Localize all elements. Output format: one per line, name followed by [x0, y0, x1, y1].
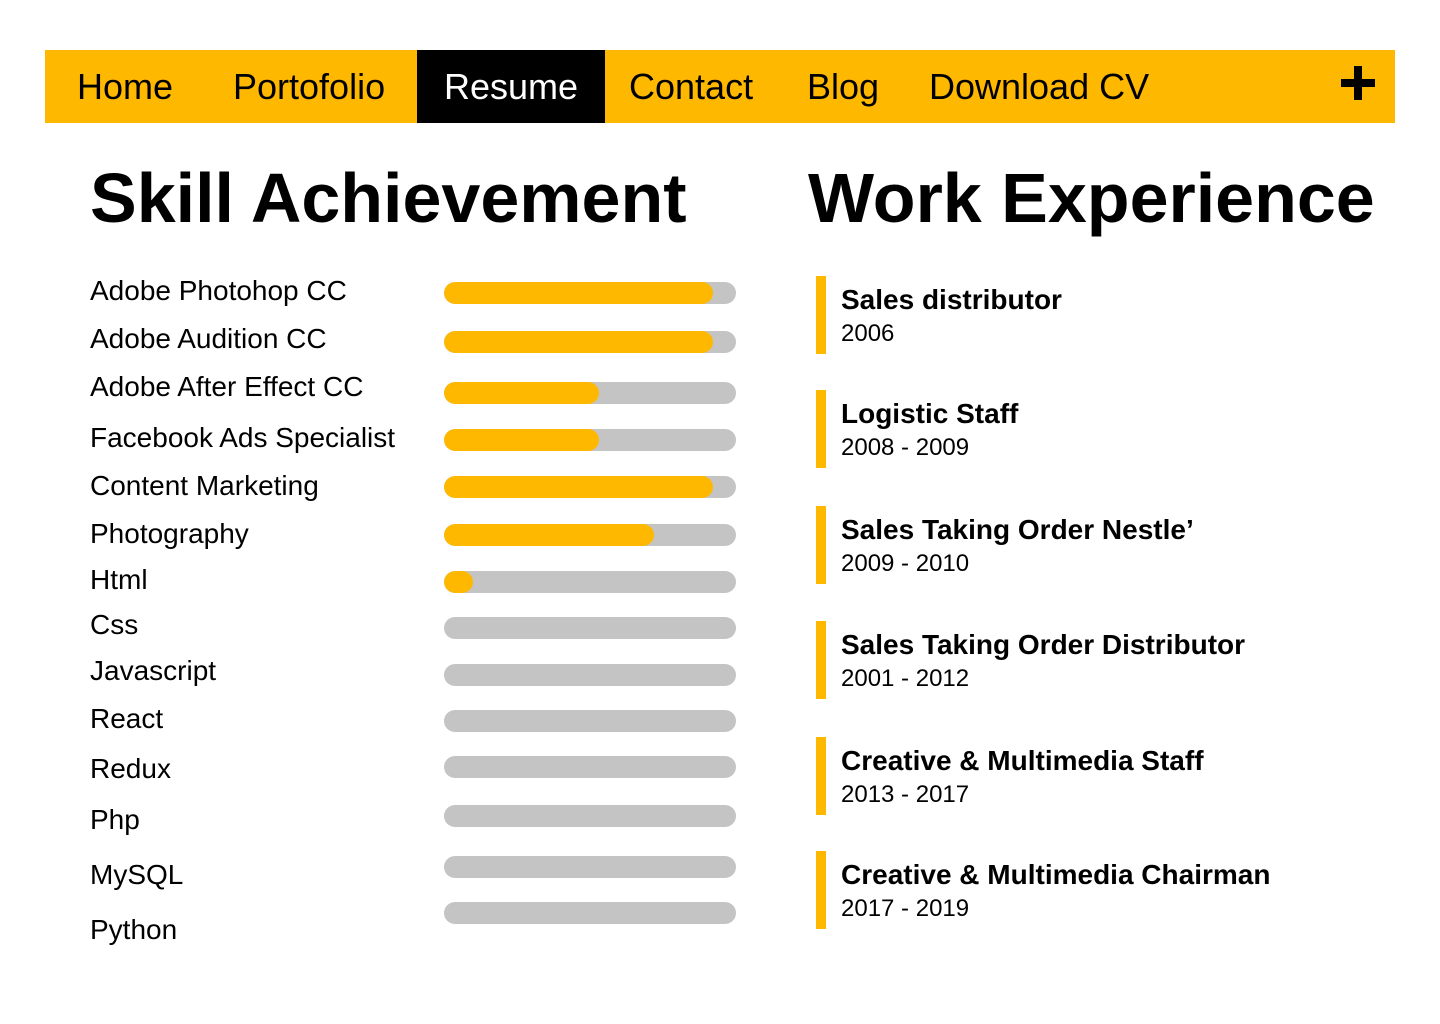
skill-bar — [444, 331, 736, 353]
skill-bar — [444, 710, 736, 732]
skill-label: Facebook Ads Specialist — [90, 422, 396, 453]
job-title: Logistic Staff — [841, 398, 1019, 429]
job-years: 2013 - 2017 — [841, 781, 970, 808]
skill-label: Php — [90, 804, 140, 835]
skill-bar-fill — [444, 571, 474, 593]
skill-label: Adobe Photohop CC — [90, 275, 347, 306]
skill-bar-fill — [444, 382, 599, 404]
job-title: Sales Taking Order Distributor — [841, 629, 1246, 660]
skill-label: Javascript — [90, 655, 217, 686]
nav-home[interactable]: Home — [77, 50, 173, 123]
accent-bar — [816, 851, 826, 929]
accent-bar — [816, 621, 826, 699]
job-title: Sales distributor — [841, 284, 1062, 315]
skill-bar — [444, 571, 736, 593]
skill-bar-fill — [444, 331, 713, 353]
skill-label: Adobe Audition CC — [90, 323, 327, 354]
skill-label: Adobe After Effect CC — [90, 371, 364, 402]
plus-icon[interactable] — [1341, 66, 1375, 100]
nav-resume[interactable]: Resume — [417, 50, 605, 123]
accent-bar — [816, 276, 826, 354]
nav-blog[interactable]: Blog — [807, 50, 879, 123]
skill-label: Content Marketing — [90, 470, 319, 501]
skill-label: Css — [90, 609, 139, 640]
skill-bar — [444, 902, 736, 924]
job-years: 2008 - 2009 — [841, 434, 970, 461]
skill-label: Redux — [90, 753, 171, 784]
skill-label: React — [90, 703, 164, 734]
job-years: 2006 — [841, 320, 895, 347]
skill-bar — [444, 856, 736, 878]
skill-bar — [444, 805, 736, 827]
nav-download-cv[interactable]: Download CV — [929, 50, 1149, 123]
skill-bar — [444, 282, 736, 304]
job-years: 2009 - 2010 — [841, 550, 970, 577]
skill-bar-fill — [444, 282, 713, 304]
skill-bar-fill — [444, 429, 599, 451]
skill-bar-fill — [444, 524, 655, 546]
accent-bar — [816, 506, 826, 584]
nav-portofolio[interactable]: Portofolio — [233, 50, 385, 123]
nav-contact[interactable]: Contact — [629, 50, 753, 123]
skill-bar — [444, 382, 736, 404]
skill-bar — [444, 429, 736, 451]
job-title: Sales Taking Order Nestle’ — [841, 514, 1194, 545]
accent-bar — [816, 390, 826, 468]
experience-title: Work Experience — [808, 159, 1375, 237]
skill-label: Photography — [90, 518, 249, 549]
job-years: 2001 - 2012 — [841, 665, 970, 692]
job-title: Creative & Multimedia Staff — [841, 745, 1204, 776]
skill-label: Python — [90, 914, 178, 945]
skill-bar-fill — [444, 476, 713, 498]
job-years: 2017 - 2019 — [841, 895, 970, 922]
skill-bar — [444, 756, 736, 778]
skill-bar — [444, 524, 736, 546]
skill-label: Html — [90, 564, 148, 595]
skill-bar — [444, 617, 736, 639]
skill-bar — [444, 476, 736, 498]
main-navbar: Home Portofolio Resume Contact Blog Down… — [45, 50, 1395, 123]
skills-title: Skill Achievement — [90, 159, 687, 237]
skill-bar — [444, 664, 736, 686]
accent-bar — [816, 737, 826, 815]
job-title: Creative & Multimedia Chairman — [841, 859, 1271, 890]
skill-label: MySQL — [90, 859, 184, 890]
